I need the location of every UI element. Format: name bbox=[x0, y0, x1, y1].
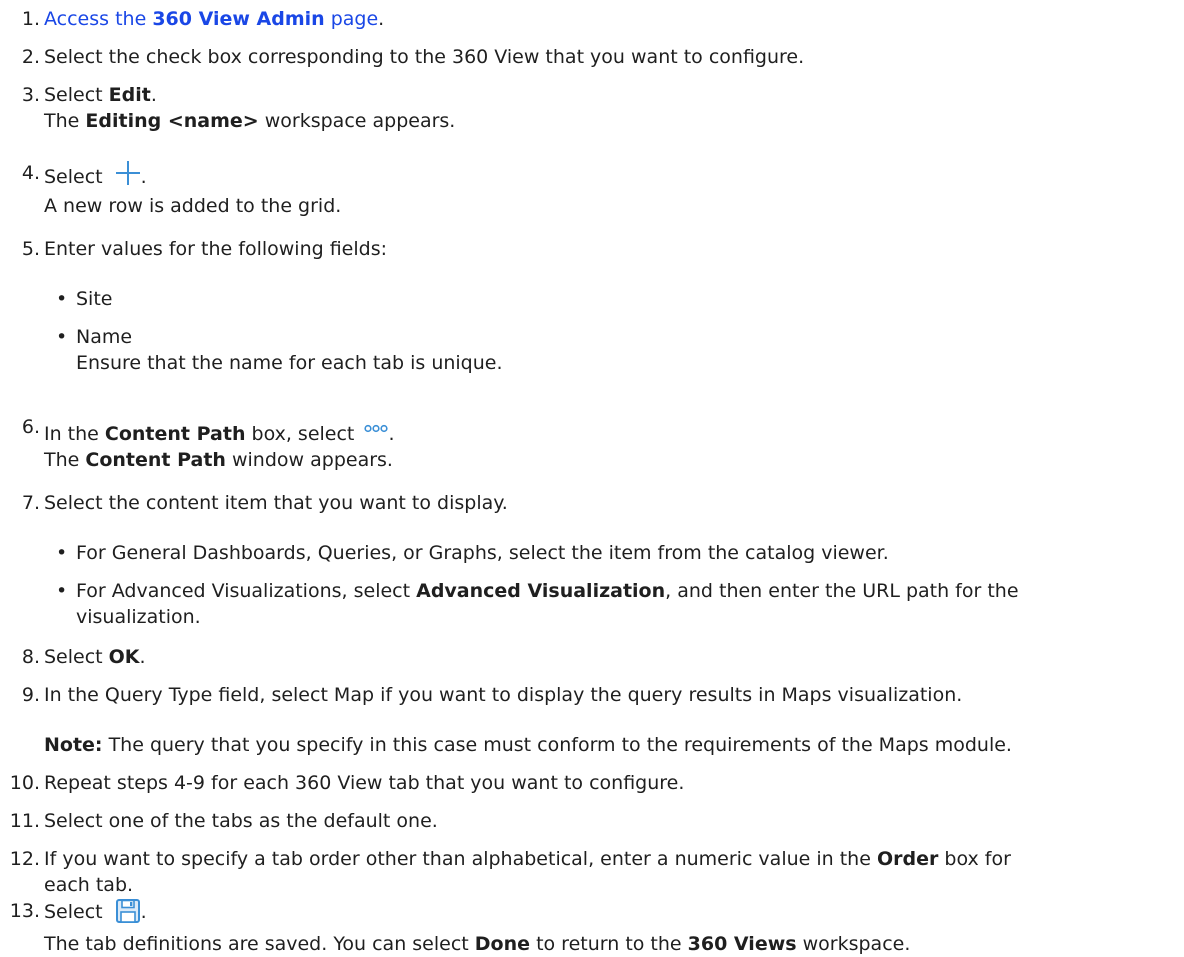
step-number: 7. bbox=[21, 492, 40, 514]
step-result: The Content Path window appears. bbox=[44, 449, 393, 471]
step-number: 10. bbox=[9, 772, 40, 794]
more-dots-icon bbox=[364, 414, 389, 440]
step-result: A new row is added to the grid. bbox=[44, 195, 342, 217]
procedure-document: 1. Access the 360 View Admin page. 2. Se… bbox=[0, 0, 1184, 955]
step-text: Select the check box corresponding to th… bbox=[44, 46, 805, 68]
step-text: Repeat steps 4-9 for each 360 View tab t… bbox=[44, 772, 685, 794]
order-label: Order bbox=[876, 848, 939, 870]
edit-label: Edit bbox=[108, 84, 151, 106]
step-number: 12. bbox=[9, 848, 40, 870]
bullet-note: Ensure that the name for each tab is uni… bbox=[76, 352, 503, 374]
step-text: In the Query Type field, select Map if y… bbox=[44, 684, 963, 706]
note-label: Note: bbox=[44, 734, 103, 756]
step-result: The tab definitions are saved. You can s… bbox=[44, 933, 911, 955]
save-icon bbox=[115, 898, 141, 931]
step-number: 8. bbox=[21, 646, 40, 668]
step-number: 5. bbox=[21, 238, 40, 260]
step-number: 6. bbox=[21, 416, 40, 438]
360-view-admin-link[interactable]: Access the 360 View Admin page bbox=[44, 8, 378, 30]
step-number: 1. bbox=[21, 8, 40, 30]
step-number: 2. bbox=[21, 46, 40, 68]
step-text: Select one of the tabs as the default on… bbox=[44, 810, 438, 832]
step-number: 4. bbox=[21, 162, 40, 184]
ok-label: OK bbox=[108, 646, 140, 668]
step-number: 9. bbox=[21, 684, 40, 706]
step-number: 13. bbox=[9, 900, 40, 922]
plus-icon bbox=[115, 160, 141, 193]
step-number: 3. bbox=[21, 84, 40, 106]
step-result: The Editing <name> workspace appears. bbox=[44, 110, 456, 132]
step-number: 11. bbox=[9, 810, 40, 832]
step-text: Select the content item that you want to… bbox=[44, 492, 508, 514]
step-text: Enter values for the following fields: bbox=[44, 238, 388, 260]
